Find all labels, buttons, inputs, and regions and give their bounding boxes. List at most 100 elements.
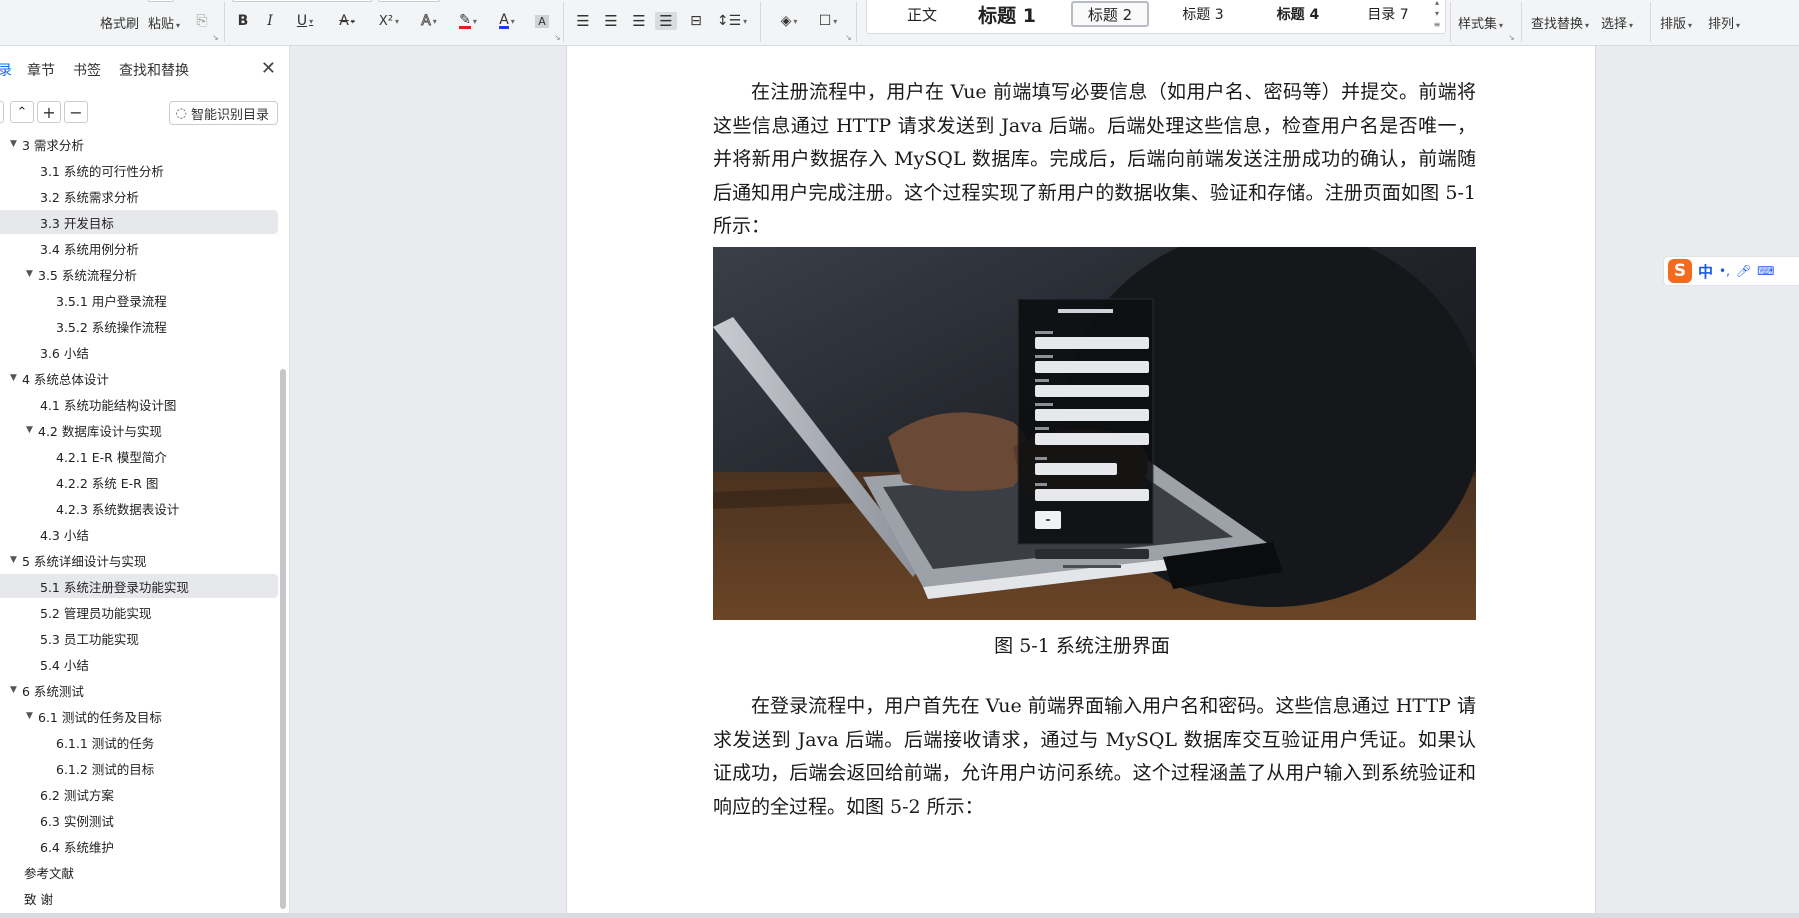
style-toc-7[interactable]: 目录 7 (1353, 1, 1423, 27)
tab-toc[interactable]: 录 (0, 60, 12, 80)
toc-item[interactable]: 3.5.1 用户登录流程 (0, 288, 278, 312)
document-page[interactable]: 在注册流程中，用户在 Vue 前端填写必要信息（如用户名、密码等）并提交。前端将… (566, 46, 1596, 914)
paragraph-registration[interactable]: 在注册流程中，用户在 Vue 前端填写必要信息（如用户名、密码等）并提交。前端将… (713, 76, 1476, 244)
style-set-button[interactable]: 样式集 ▾ (1458, 13, 1503, 32)
toc-item[interactable]: ▼ 5 系统详细设计与实现 (0, 548, 278, 572)
dialog-launcher-icon[interactable]: ↘ (845, 33, 852, 42)
dialog-launcher-icon[interactable]: ↘ (554, 33, 561, 42)
paragraph-login[interactable]: 在登录流程中，用户首先在 Vue 前端界面输入用户名和密码。这些信息通过 HTT… (713, 690, 1476, 824)
toc-item[interactable]: 3.6 小结 (0, 340, 278, 364)
align-left-icon[interactable]: ☰ (574, 12, 592, 30)
style-heading-1[interactable]: 标题 1 (965, 1, 1049, 27)
toc-item[interactable]: 3.1 系统的可行性分析 (0, 158, 278, 182)
char-shading-button[interactable]: A (534, 12, 550, 30)
strikethrough-button[interactable]: A ▾ (332, 12, 362, 30)
toc-item[interactable]: 3.3 开发目标 (0, 210, 278, 234)
styles-scroll-arrows[interactable]: ▴ ▾ ≡ (1431, 0, 1443, 31)
copy-icon[interactable]: ⎘ (193, 12, 211, 30)
paste-button[interactable]: 粘贴 ▾ (148, 13, 180, 32)
smart-toc-button[interactable]: ◌ 智能识别目录 (168, 101, 278, 125)
chevron-up-icon[interactable]: ⌃ (10, 101, 34, 123)
toc-item-label: 6 系统测试 (22, 683, 84, 699)
arrange-button[interactable]: 排列 ▾ (1708, 13, 1740, 32)
ime-mode[interactable]: 中 (1698, 261, 1713, 282)
toc-item-label: 6.1.2 测试的目标 (56, 761, 155, 777)
font-name-box-stub[interactable] (232, 0, 372, 2)
toc-item[interactable]: 4.2.1 E-R 模型简介 (0, 444, 278, 468)
keyboard-icon[interactable]: ⌨ (1757, 264, 1774, 278)
toc-item[interactable]: 6.1.2 测试的目标 (0, 756, 278, 780)
toc-item[interactable]: 4.2.2 系统 E-R 图 (0, 470, 278, 494)
toc-item[interactable]: 5.2 管理员功能实现 (0, 600, 278, 624)
superscript-button[interactable]: X² ▾ (372, 12, 406, 30)
toc-item[interactable]: 6.2 测试方案 (0, 782, 278, 806)
line-spacing-icon[interactable]: ↕☰ ▾ (716, 12, 748, 30)
style-normal[interactable]: 正文 (897, 1, 947, 27)
select-button[interactable]: 选择 ▾ (1601, 13, 1633, 32)
expand-arrow-icon[interactable]: ▼ (10, 139, 17, 149)
toc-item[interactable]: 参考文献 (0, 860, 278, 884)
expand-arrow-icon[interactable]: ▼ (26, 425, 33, 435)
toc-item[interactable]: 3.5.2 系统操作流程 (0, 314, 278, 338)
highlight-color-button[interactable]: ✎ ▾ (452, 12, 484, 30)
toc-item[interactable]: ▼ 6.1 测试的任务及目标 (0, 704, 278, 728)
toc-item[interactable]: ▼ 4.2 数据库设计与实现 (0, 418, 278, 442)
figure-registration-screenshot[interactable] (713, 247, 1476, 620)
align-center-icon[interactable]: ☰ (602, 12, 620, 30)
tab-bookmarks[interactable]: 书签 (73, 60, 101, 80)
toc-item[interactable]: 4.2.3 系统数据表设计 (0, 496, 278, 520)
font-size-box-stub[interactable] (378, 0, 440, 2)
distribute-icon[interactable]: ⊟ (686, 12, 706, 30)
toc-item[interactable]: ▼ 3.5 系统流程分析 (0, 262, 278, 286)
expand-arrow-icon[interactable]: ▼ (26, 711, 33, 721)
dialog-launcher-icon[interactable]: ↘ (212, 33, 219, 42)
justify-icon[interactable]: ☰ (655, 12, 677, 30)
align-right-icon[interactable]: ☰ (630, 12, 648, 30)
remove-heading-button[interactable]: − (64, 101, 88, 123)
style-heading-4[interactable]: 标题 4 (1261, 1, 1335, 27)
expand-arrow-icon[interactable]: ▼ (10, 373, 17, 383)
close-icon[interactable]: ✕ (261, 60, 276, 78)
punctuation-icon[interactable]: •, (1719, 264, 1730, 278)
expand-arrow-icon[interactable]: ▼ (10, 555, 17, 565)
collapse-left-button[interactable] (0, 101, 4, 123)
dialog-launcher-icon[interactable]: ↘ (1508, 33, 1515, 42)
bold-button[interactable]: B (235, 12, 251, 30)
toc-item[interactable]: 3.4 系统用例分析 (0, 236, 278, 260)
borders-icon[interactable]: ☐ ▾ (812, 12, 844, 30)
layout-button[interactable]: 排版 ▾ (1660, 13, 1692, 32)
add-heading-button[interactable]: + (37, 101, 61, 123)
italic-button[interactable]: I (262, 12, 278, 30)
toc-item[interactable]: 5.3 员工功能实现 (0, 626, 278, 650)
toc-item[interactable]: ▼ 3 需求分析 (0, 138, 278, 156)
tab-find-replace[interactable]: 查找和替换 (119, 60, 189, 80)
find-replace-button[interactable]: 查找替换 ▾ (1531, 13, 1589, 32)
text-effect-button[interactable]: A ▾ (414, 12, 444, 30)
toc-item[interactable]: 5.4 小结 (0, 652, 278, 676)
tab-sections[interactable]: 章节 (27, 60, 55, 80)
toc-scrollbar[interactable] (280, 369, 286, 909)
style-heading-2[interactable]: 标题 2 (1071, 1, 1149, 27)
toc-item[interactable]: 6.3 实例测试 (0, 808, 278, 832)
font-color-button[interactable]: A ▾ (492, 12, 522, 30)
expand-arrow-icon[interactable]: ▼ (26, 269, 33, 279)
sogou-logo-icon: S (1668, 259, 1692, 283)
underline-button[interactable]: U ▾ (290, 12, 320, 30)
toc-item[interactable]: ▼ 6 系统测试 (0, 678, 278, 702)
toc-item[interactable]: 6.4 系统维护 (0, 834, 278, 858)
toc-item[interactable]: 4.1 系统功能结构设计图 (0, 392, 278, 416)
toc-item[interactable]: 致 谢 (0, 886, 278, 910)
format-painter-button[interactable]: 格式刷 (100, 13, 139, 32)
toc-item[interactable]: 5.1 系统注册登录功能实现 (0, 574, 278, 598)
toc-item[interactable]: ▼ 4 系统总体设计 (0, 366, 278, 390)
ime-toolbar[interactable]: S 中 •, 🎤︎ ⌨ (1663, 256, 1799, 286)
style-heading-3[interactable]: 标题 3 (1165, 1, 1241, 27)
toc-item[interactable]: 3.2 系统需求分析 (0, 184, 278, 208)
shading-icon[interactable]: ◈ ▾ (774, 12, 804, 30)
toc-item-label: 5.2 管理员功能实现 (40, 605, 152, 621)
toc-list: ▼ 3 需求分析 3.1 系统的可行性分析 3.2 系统需求分析 3.3 开发目标 3.4… (0, 138, 280, 914)
microphone-icon[interactable]: 🎤︎ (1736, 264, 1751, 278)
toc-item[interactable]: 6.1.1 测试的任务 (0, 730, 278, 754)
expand-arrow-icon[interactable]: ▼ (10, 685, 17, 695)
toc-item[interactable]: 4.3 小结 (0, 522, 278, 546)
